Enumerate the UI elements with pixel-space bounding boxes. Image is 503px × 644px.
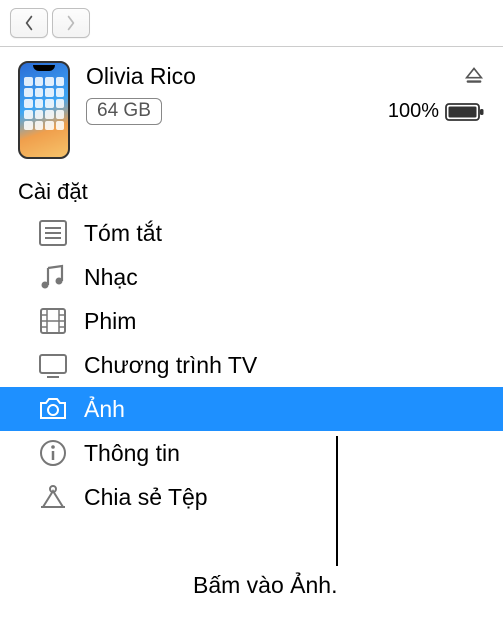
- device-thumbnail: [18, 61, 70, 159]
- tv-icon: [36, 348, 70, 382]
- section-header: Cài đặt: [0, 163, 503, 211]
- apps-icon: [36, 480, 70, 514]
- device-header: Olivia Rico 64 GB 100%: [0, 47, 503, 163]
- sidebar-item-fileshare[interactable]: Chia sẻ Tệp: [0, 475, 503, 519]
- eject-button[interactable]: [463, 63, 485, 90]
- sidebar-item-music[interactable]: Nhạc: [0, 255, 503, 299]
- sidebar-item-summary[interactable]: Tóm tắt: [0, 211, 503, 255]
- toolbar: [0, 0, 503, 47]
- sidebar-item-label: Ảnh: [84, 396, 125, 423]
- summary-icon: [36, 216, 70, 250]
- camera-icon: [36, 392, 70, 426]
- sidebar-item-label: Phim: [84, 308, 136, 335]
- music-icon: [36, 260, 70, 294]
- sidebar-item-label: Nhạc: [84, 264, 138, 291]
- sidebar-item-label: Chương trình TV: [84, 352, 257, 379]
- storage-badge: 64 GB: [86, 98, 162, 125]
- sidebar-item-tv[interactable]: Chương trình TV: [0, 343, 503, 387]
- sidebar-item-label: Thông tin: [84, 440, 180, 467]
- battery-percent: 100%: [388, 100, 439, 123]
- sidebar-item-photos[interactable]: Ảnh: [0, 387, 503, 431]
- sidebar-item-movies[interactable]: Phim: [0, 299, 503, 343]
- device-name: Olivia Rico: [86, 63, 388, 90]
- sidebar-item-label: Tóm tắt: [84, 220, 162, 247]
- battery-icon: [445, 102, 485, 122]
- back-button[interactable]: [10, 8, 48, 38]
- battery-status: 100%: [388, 100, 485, 123]
- chevron-left-icon: [23, 15, 35, 31]
- callout-text: Bấm vào Ảnh.: [193, 572, 337, 599]
- sidebar-item-info[interactable]: Thông tin: [0, 431, 503, 475]
- chevron-right-icon: [65, 15, 77, 31]
- eject-icon: [463, 63, 485, 85]
- info-icon: [36, 436, 70, 470]
- film-icon: [36, 304, 70, 338]
- settings-list: Tóm tắt Nhạc Phim Chương trình TV Ảnh Th…: [0, 211, 503, 519]
- callout-line: [336, 436, 338, 566]
- forward-button[interactable]: [52, 8, 90, 38]
- sidebar-item-label: Chia sẻ Tệp: [84, 484, 208, 511]
